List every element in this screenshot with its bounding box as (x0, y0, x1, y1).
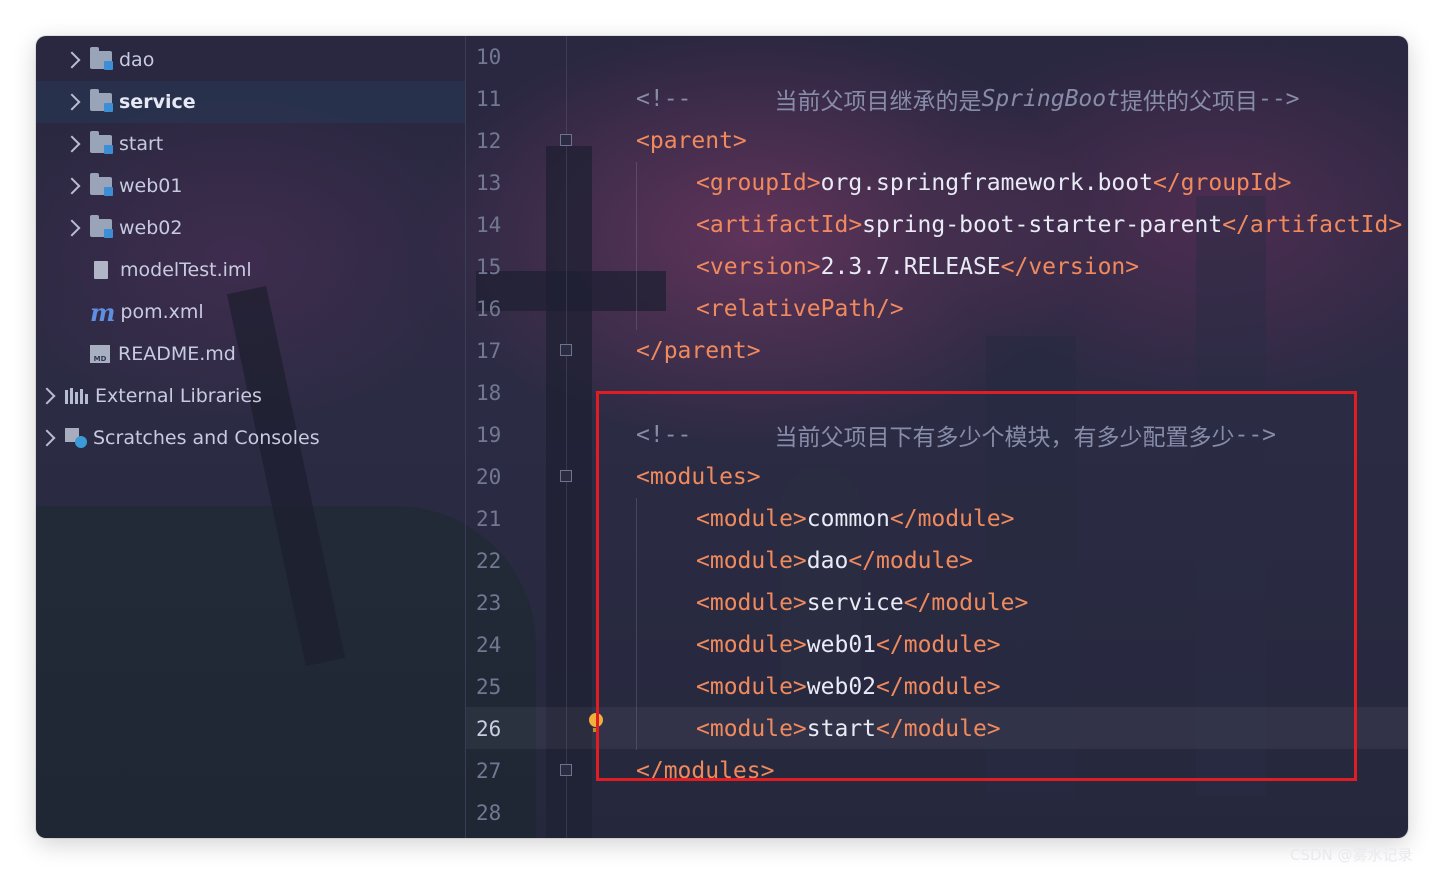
tree-item-label: web02 (119, 217, 183, 239)
line-number: 14 (476, 213, 502, 237)
ide-window: dao service start web01 web02 modelTest.… (36, 36, 1408, 838)
iml-file-icon (94, 261, 108, 279)
tree-item-external-libraries[interactable]: External Libraries (38, 375, 461, 417)
module-folder-icon (90, 131, 113, 154)
line-number: 13 (476, 171, 502, 195)
tree-item-web01[interactable]: web01 (63, 165, 466, 207)
line-number: 21 (476, 507, 502, 531)
xml-tag: <artifactId> (696, 212, 863, 238)
line-number: 24 (476, 633, 502, 657)
tree-item-label: web01 (119, 175, 183, 197)
tree-item-label: service (119, 91, 196, 113)
line-number: 15 (476, 255, 502, 279)
tree-item-modeltest-iml[interactable]: modelTest.iml (90, 249, 460, 291)
xml-tag: <groupId> (696, 170, 821, 196)
line-number: 28 (476, 801, 502, 825)
annotation-highlight-box (596, 391, 1357, 781)
xml-tag: </artifactId> (1222, 212, 1403, 238)
tree-item-label: modelTest.iml (120, 259, 252, 281)
chevron-right-icon[interactable] (63, 51, 81, 69)
tree-item-label: pom.xml (120, 301, 204, 323)
xml-tag: <relativePath/> (696, 296, 904, 322)
comment-text: SpringBoot (981, 86, 1120, 112)
xml-tag: <version> (696, 254, 821, 280)
tree-item-start[interactable]: start (63, 123, 466, 165)
xml-value: 2.3.7.RELEASE (820, 254, 1001, 280)
chevron-right-icon[interactable] (38, 429, 56, 447)
module-folder-icon (90, 47, 113, 70)
comment-text: 当前父项目继承的是 (691, 89, 982, 115)
code-line-14[interactable]: <artifactId> spring-boot-starter-parent </… (696, 204, 1408, 246)
project-tree: dao service start web01 web02 modelTest.… (36, 36, 466, 838)
comment-close: --> (1257, 86, 1300, 112)
module-folder-icon (90, 173, 113, 196)
line-number: 12 (476, 129, 502, 153)
line-number-current: 26 (476, 717, 502, 741)
watermark: CSDN @雾水记录 (1290, 846, 1413, 864)
tree-item-pom-xml[interactable]: m pom.xml (90, 291, 460, 333)
tree-item-service[interactable]: service (36, 81, 466, 123)
xml-tag: </parent> (636, 338, 761, 364)
tree-item-readme[interactable]: MD README.md (90, 333, 460, 375)
line-number: 20 (476, 465, 502, 489)
code-line-16[interactable]: <relativePath/> (696, 288, 904, 330)
code-line-12[interactable]: <parent> (636, 120, 747, 162)
line-number: 23 (476, 591, 502, 615)
tree-item-dao[interactable]: dao (63, 39, 466, 81)
line-number: 10 (476, 45, 502, 69)
line-number: 18 (476, 381, 502, 405)
code-line-13[interactable]: <groupId> org.springframework.boot </group… (696, 162, 1291, 204)
xml-value: org.springframework.boot (820, 170, 1153, 196)
fold-marker-icon[interactable] (560, 470, 572, 482)
code-line-15[interactable]: <version> 2.3.7.RELEASE </version> (696, 246, 1139, 288)
module-folder-icon (90, 215, 113, 238)
xml-tag: </groupId> (1152, 170, 1292, 196)
line-number: 25 (476, 675, 502, 699)
markdown-file-icon: MD (90, 345, 110, 363)
libraries-icon (65, 388, 88, 404)
chevron-right-icon[interactable] (63, 219, 81, 237)
tree-item-label: External Libraries (95, 385, 262, 407)
tree-item-scratches[interactable]: Scratches and Consoles (38, 417, 461, 459)
comment-open: <!-- (636, 86, 692, 112)
xml-tag: </version> (1000, 254, 1140, 280)
fold-guide (566, 36, 567, 838)
chevron-right-icon[interactable] (63, 93, 81, 111)
line-number: 22 (476, 549, 502, 573)
line-number: 19 (476, 423, 502, 447)
tree-item-label: start (119, 133, 164, 155)
chevron-right-icon[interactable] (63, 135, 81, 153)
line-number: 27 (476, 759, 502, 783)
tree-item-label: README.md (118, 343, 236, 365)
line-number: 16 (476, 297, 502, 321)
comment-text: 提供的父项目 (1119, 89, 1258, 115)
indent-guide (636, 162, 637, 330)
tree-item-label: Scratches and Consoles (93, 427, 320, 449)
maven-icon: m (90, 297, 116, 327)
xml-value: spring-boot-starter-parent (862, 212, 1223, 238)
tree-item-web02[interactable]: web02 (63, 207, 466, 249)
chevron-right-icon[interactable] (38, 387, 56, 405)
code-line-11[interactable]: <!-- 当前父项目继承的是 SpringBoot 提供的父项目 --> (636, 78, 1300, 120)
line-number: 17 (476, 339, 502, 363)
module-folder-icon (90, 89, 113, 112)
chevron-right-icon[interactable] (63, 177, 81, 195)
xml-tag: <parent> (636, 128, 747, 154)
code-line-17[interactable]: </parent> (636, 330, 761, 372)
fold-marker-icon[interactable] (560, 764, 572, 776)
fold-marker-icon[interactable] (560, 134, 572, 146)
line-number: 11 (476, 87, 502, 111)
fold-marker-icon[interactable] (560, 344, 572, 356)
tree-item-label: dao (119, 49, 155, 71)
scratches-icon (65, 428, 87, 448)
